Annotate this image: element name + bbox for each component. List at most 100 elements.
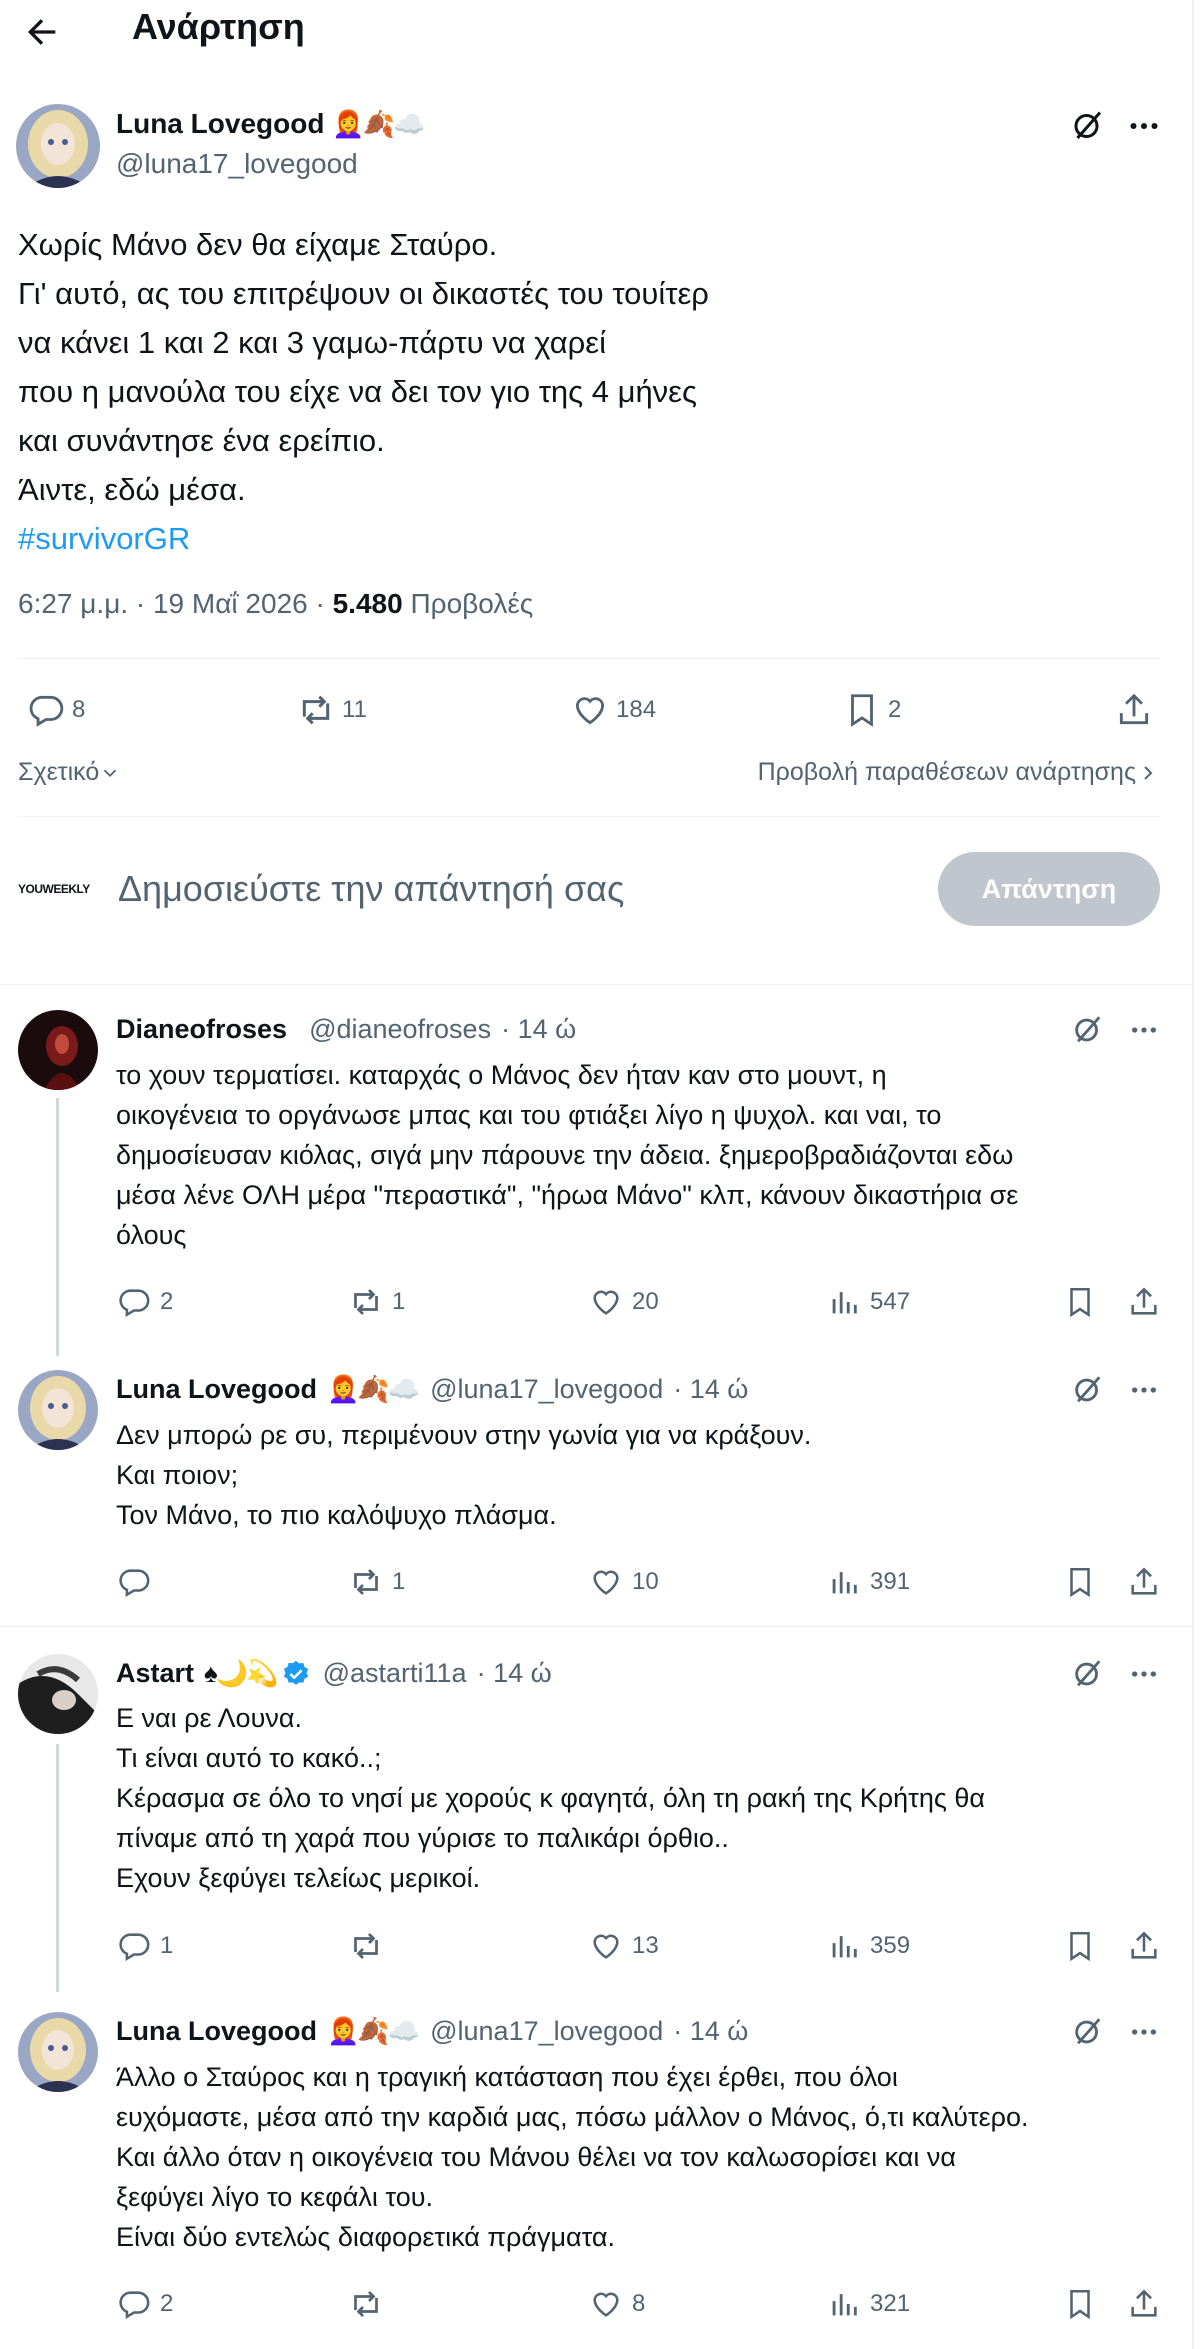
- repost-action[interactable]: 1: [346, 1282, 405, 1322]
- bookmark-icon: [842, 690, 882, 730]
- bookmark-count: 2: [888, 696, 902, 723]
- reply-icon: [114, 2284, 154, 2324]
- grok-icon[interactable]: [1068, 1370, 1108, 1410]
- repost-action[interactable]: [346, 1926, 392, 1966]
- reply-timestamp[interactable]: · 14 ώ: [673, 1374, 748, 1405]
- author-name[interactable]: Luna Lovegood: [116, 108, 324, 139]
- reply-author-name[interactable]: Dianeofroses: [116, 1014, 287, 1045]
- reply-author-handle[interactable]: @dianeofroses: [309, 1014, 491, 1045]
- reply-text-line: ξεφύγει λίγο το κεφάλι του.: [116, 2182, 433, 2212]
- like-count: 184: [616, 696, 657, 723]
- post-page: Ανάρτηση Luna Lovegood 👩‍🦰🍂☁️ @luna17_lo…: [0, 0, 1200, 2349]
- share-action[interactable]: [1114, 690, 1154, 730]
- bookmark-action[interactable]: [1060, 1926, 1100, 1966]
- like-action[interactable]: 8: [586, 2284, 645, 2324]
- repost-action[interactable]: 11: [296, 690, 367, 730]
- reply-author-line: Astart ♠🌙💫 @astarti11a · 14 ώ: [116, 1658, 552, 1689]
- reply-text: Ε ναι ρε Λουνα. Τι είναι αυτό το κακό..;…: [116, 1698, 1176, 1898]
- reply-timestamp[interactable]: · 14 ώ: [477, 1658, 552, 1689]
- views-action[interactable]: 547: [824, 1282, 910, 1322]
- more-options-icon[interactable]: [1124, 1370, 1164, 1410]
- reply-action[interactable]: [114, 1562, 160, 1602]
- bookmark-action[interactable]: [1060, 2284, 1100, 2324]
- repost-icon: [346, 1926, 386, 1966]
- bookmark-action[interactable]: 2: [842, 690, 901, 730]
- like-action[interactable]: 184: [570, 690, 656, 730]
- avatar[interactable]: [18, 1370, 98, 1450]
- more-options-icon[interactable]: [1124, 106, 1164, 146]
- reply-author-name[interactable]: Luna Lovegood: [116, 1374, 317, 1405]
- like-action[interactable]: 13: [586, 1926, 659, 1966]
- avatar[interactable]: [18, 2012, 98, 2092]
- reply-action[interactable]: 2: [114, 1282, 173, 1322]
- author-handle[interactable]: @luna17_lovegood: [116, 148, 358, 180]
- reply-author-handle[interactable]: @luna17_lovegood: [430, 2016, 663, 2047]
- like-count: 20: [632, 1288, 659, 1315]
- grok-icon[interactable]: [1068, 2012, 1108, 2052]
- reply-timestamp[interactable]: · 14 ώ: [673, 2016, 748, 2047]
- avatar[interactable]: [18, 1654, 98, 1734]
- bookmark-icon: [1060, 2284, 1100, 2324]
- reply-author-handle[interactable]: @luna17_lovegood: [430, 1374, 663, 1405]
- reply-author-name[interactable]: Astart: [116, 1658, 194, 1689]
- reply-author-name[interactable]: Luna Lovegood: [116, 2016, 317, 2047]
- related-dropdown[interactable]: Σχετικό: [18, 758, 121, 787]
- bookmark-icon: [1060, 1562, 1100, 1602]
- analytics-icon: [824, 1926, 864, 1966]
- post-actions: 8 11 184 2: [0, 680, 1190, 740]
- divider: [0, 984, 1192, 985]
- page-header: Ανάρτηση: [0, 0, 1190, 64]
- more-options-icon[interactable]: [1124, 1654, 1164, 1694]
- view-count: 359: [870, 1932, 911, 1959]
- reply-text-line: Τι είναι αυτό το κακό..;: [116, 1743, 382, 1773]
- reply-input[interactable]: Δημοσιεύστε την απάντησή σας: [118, 868, 624, 910]
- reply-action[interactable]: 8: [26, 690, 85, 730]
- back-arrow-icon[interactable]: [22, 12, 62, 52]
- share-action[interactable]: [1124, 1562, 1164, 1602]
- chevron-down-icon: [99, 762, 121, 784]
- share-action[interactable]: [1124, 1282, 1164, 1322]
- reply-author-line: Dianeofroses @dianeofroses · 14 ώ: [116, 1014, 576, 1045]
- views-action[interactable]: 359: [824, 1926, 910, 1966]
- reply-text-line: οικογένεια το οργάνωσε μπας και του φτιά…: [116, 1100, 942, 1130]
- reply-text-line: όλους: [116, 1220, 187, 1250]
- repost-action[interactable]: 1: [346, 1562, 405, 1602]
- reply-text-line: Και ποιον;: [116, 1460, 239, 1490]
- author-emoji: 👩‍🦰🍂☁️: [326, 1374, 420, 1404]
- avatar[interactable]: [16, 104, 100, 188]
- column-border: [1192, 0, 1194, 2349]
- post-timestamp[interactable]: 6:27 μ.μ. · 19 Μαΐ 2026 ·: [18, 588, 333, 619]
- reply-action[interactable]: 1: [114, 1926, 173, 1966]
- view-count: 321: [870, 2290, 911, 2317]
- bookmark-action[interactable]: [1060, 1282, 1100, 1322]
- like-action[interactable]: 20: [586, 1282, 659, 1322]
- reply-timestamp[interactable]: · 14 ώ: [501, 1014, 576, 1045]
- reply-author-handle[interactable]: @astarti11a: [323, 1658, 467, 1689]
- like-action[interactable]: 10: [586, 1562, 659, 1602]
- share-icon: [1124, 1282, 1164, 1322]
- heart-icon: [570, 690, 610, 730]
- views-action[interactable]: 321: [824, 2284, 910, 2324]
- grok-icon[interactable]: [1068, 1010, 1108, 1050]
- heart-icon: [586, 1926, 626, 1966]
- repost-count: 1: [392, 1288, 406, 1315]
- author-emoji: 👩‍🦰🍂☁️: [326, 2016, 420, 2046]
- grok-icon[interactable]: [1068, 106, 1108, 146]
- reply-action[interactable]: 2: [114, 2284, 173, 2324]
- grok-icon[interactable]: [1068, 1654, 1108, 1694]
- reply-icon: [114, 1926, 154, 1966]
- more-options-icon[interactable]: [1124, 1010, 1164, 1050]
- share-action[interactable]: [1124, 1926, 1164, 1966]
- share-icon: [1124, 2284, 1164, 2324]
- share-action[interactable]: [1124, 2284, 1164, 2324]
- hashtag-link[interactable]: #survivorGR: [18, 514, 1168, 563]
- reply-button[interactable]: Απάντηση: [938, 852, 1160, 926]
- author-emoji: 👩‍🦰🍂☁️: [332, 109, 425, 139]
- avatar[interactable]: [18, 1010, 98, 1090]
- repost-action[interactable]: [346, 2284, 392, 2324]
- view-quotes-link[interactable]: Προβολή παραθέσεων ανάρτησης: [758, 758, 1160, 787]
- bookmark-action[interactable]: [1060, 1562, 1100, 1602]
- views-action[interactable]: 391: [824, 1562, 910, 1602]
- reply-text: Δεν μπορώ ρε συ, περιμένουν στην γωνία γ…: [116, 1415, 1176, 1535]
- more-options-icon[interactable]: [1124, 2012, 1164, 2052]
